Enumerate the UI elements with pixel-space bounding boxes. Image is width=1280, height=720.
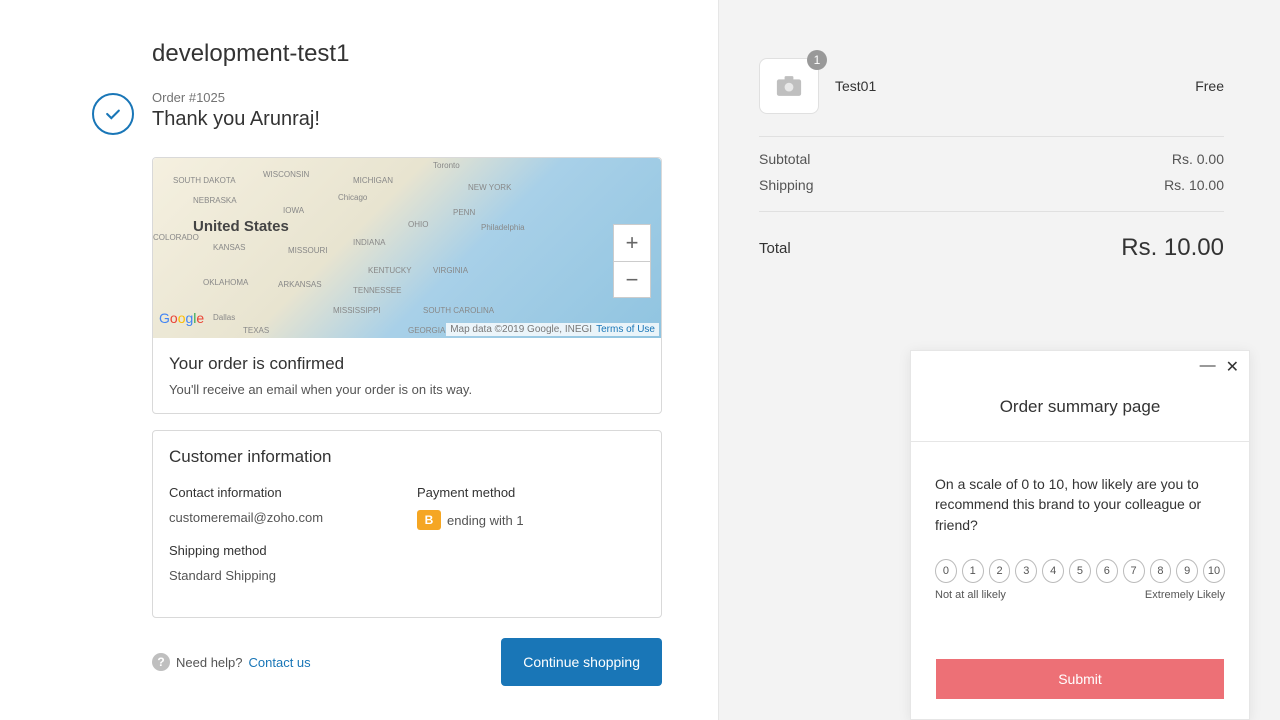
order-number: Order #1025 — [152, 90, 320, 105]
map-zoom-controls: + − — [613, 224, 651, 298]
help-icon: ? — [152, 653, 170, 671]
scale-5[interactable]: 5 — [1069, 559, 1091, 583]
scale-7[interactable]: 7 — [1123, 559, 1145, 583]
contact-email: customeremail@zoho.com — [169, 510, 397, 525]
contact-us-link[interactable]: Contact us — [249, 655, 311, 670]
survey-popup: — ✕ Order summary page On a scale of 0 t… — [910, 350, 1250, 720]
survey-submit-button[interactable]: Submit — [936, 659, 1224, 699]
payment-method-value: B ending with 1 — [417, 510, 645, 530]
order-confirmed-card: United States SOUTH DAKOTA WISCONSIN MIC… — [152, 157, 662, 414]
total-value: Rs. 10.00 — [1121, 234, 1224, 262]
scale-low-label: Not at all likely — [935, 589, 1006, 601]
shipping-label: Shipping — [759, 177, 814, 193]
help-text: Need help? — [176, 655, 243, 670]
scale-high-label: Extremely Likely — [1145, 589, 1225, 601]
scale-4[interactable]: 4 — [1042, 559, 1064, 583]
subtotal-value: Rs. 0.00 — [1172, 151, 1224, 167]
scale-1[interactable]: 1 — [962, 559, 984, 583]
scale-3[interactable]: 3 — [1015, 559, 1037, 583]
zoom-out-button[interactable]: − — [614, 261, 650, 297]
customer-info-title: Customer information — [169, 447, 645, 467]
contact-info-label: Contact information — [169, 485, 397, 500]
close-button[interactable]: ✕ — [1226, 357, 1239, 377]
quantity-badge: 1 — [807, 50, 827, 70]
store-name: development-test1 — [152, 40, 662, 68]
map-attribution: Map data ©2019 Google, INEGI Terms of Us… — [446, 323, 659, 336]
scale-0[interactable]: 0 — [935, 559, 957, 583]
product-price: Free — [1195, 78, 1224, 94]
shipping-value: Rs. 10.00 — [1164, 177, 1224, 193]
subtotal-label: Subtotal — [759, 151, 810, 167]
survey-question: On a scale of 0 to 10, how likely are yo… — [935, 474, 1225, 535]
nps-scale: 0 1 2 3 4 5 6 7 8 9 10 — [935, 559, 1225, 583]
scale-10[interactable]: 10 — [1203, 559, 1225, 583]
google-logo: Google — [159, 310, 204, 326]
confirm-subtitle: You'll receive an email when your order … — [169, 382, 645, 397]
checkmark-icon — [92, 93, 134, 135]
confirm-title: Your order is confirmed — [169, 354, 645, 374]
payment-method-label: Payment method — [417, 485, 645, 500]
product-row: 1 Test01 Free — [759, 58, 1224, 114]
continue-shopping-button[interactable]: Continue shopping — [501, 638, 662, 686]
shipping-method-label: Shipping method — [169, 543, 397, 558]
shipping-map[interactable]: United States SOUTH DAKOTA WISCONSIN MIC… — [153, 158, 661, 338]
thank-you-message: Thank you Arunraj! — [152, 108, 320, 131]
scale-9[interactable]: 9 — [1176, 559, 1198, 583]
shipping-method-value: Standard Shipping — [169, 568, 397, 583]
scale-6[interactable]: 6 — [1096, 559, 1118, 583]
minimize-button[interactable]: — — [1200, 357, 1216, 377]
product-image-placeholder: 1 — [759, 58, 819, 114]
product-name: Test01 — [835, 78, 1179, 94]
scale-2[interactable]: 2 — [989, 559, 1011, 583]
scale-8[interactable]: 8 — [1150, 559, 1172, 583]
customer-info-card: Customer information Contact information… — [152, 430, 662, 618]
total-label: Total — [759, 240, 791, 257]
payment-badge-icon: B — [417, 510, 441, 530]
map-country-label: United States — [193, 218, 289, 235]
zoom-in-button[interactable]: + — [614, 225, 650, 261]
survey-title: Order summary page — [911, 383, 1249, 441]
